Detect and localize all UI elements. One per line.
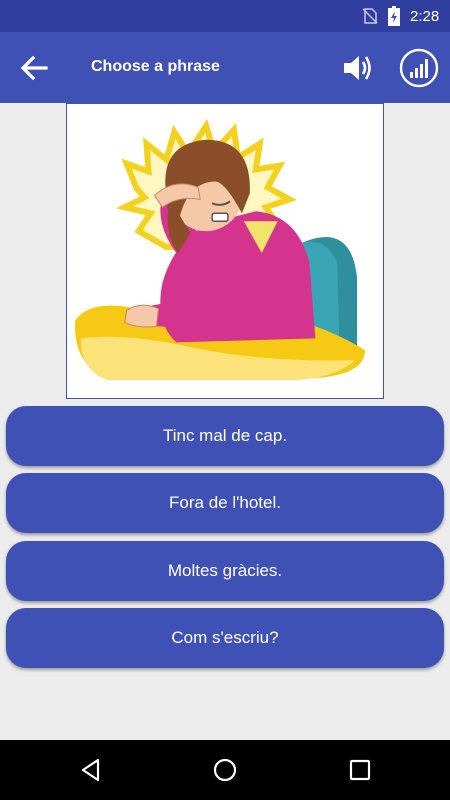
status-time: 2:28	[410, 8, 440, 25]
volume-up-icon[interactable]	[340, 50, 376, 86]
phrase-option-1[interactable]: Tinc mal de cap.	[6, 406, 444, 466]
circle-home-icon[interactable]	[212, 757, 238, 783]
phrase-option-label: Moltes gràcies.	[167, 561, 283, 580]
phrase-illustration	[66, 103, 384, 399]
phrase-option-label: Fora de l'hotel.	[169, 493, 281, 512]
page-title: Choose a phrase	[91, 58, 220, 75]
bar-chart-icon[interactable]	[399, 48, 439, 88]
headache-woman-illustration	[74, 118, 366, 381]
triangle-back-icon[interactable]	[78, 757, 104, 783]
phrase-option-label: Com s'escriu?	[171, 628, 279, 647]
arrow-left-icon[interactable]	[16, 50, 52, 86]
app-bar: Choose a phrase	[0, 32, 450, 103]
phrase-option-label: Tinc mal de cap.	[162, 426, 288, 445]
no-sim-icon	[362, 8, 378, 24]
square-recents-icon[interactable]	[347, 757, 373, 783]
battery-charging-icon	[388, 6, 400, 26]
status-bar: 2:28	[0, 0, 450, 32]
phrase-option-3[interactable]: Moltes gràcies.	[6, 541, 444, 601]
system-nav-bar	[0, 740, 450, 800]
phrase-option-2[interactable]: Fora de l'hotel.	[6, 473, 444, 533]
phrase-option-4[interactable]: Com s'escriu?	[6, 608, 444, 668]
